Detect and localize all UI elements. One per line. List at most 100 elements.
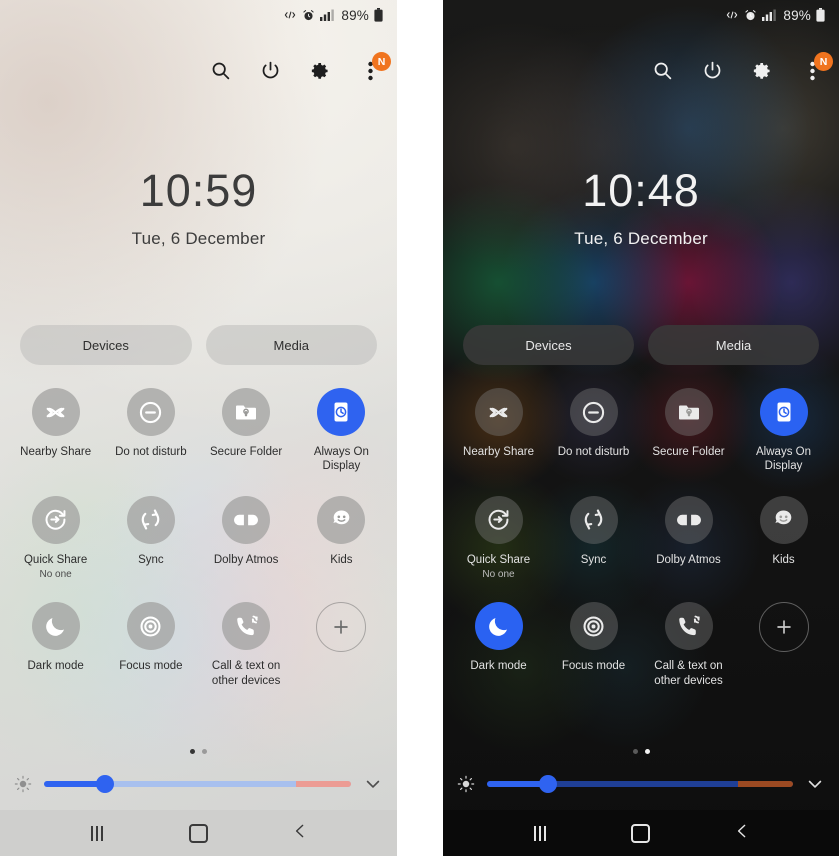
toggle-dark-mode[interactable]: Dark mode: [451, 602, 546, 688]
toggle-call-text-on-other-devices[interactable]: Call & text on other devices: [199, 602, 294, 688]
pill-button-media[interactable]: Media: [648, 325, 819, 365]
settings-button[interactable]: [749, 60, 775, 86]
toggle-do-not-disturb[interactable]: Do not disturb: [546, 388, 641, 474]
home-button[interactable]: [626, 818, 656, 848]
toggle-row: Nearby Share Do not disturb Secure Folder A…: [8, 388, 389, 474]
secure-folder-icon[interactable]: [222, 388, 271, 436]
toggle-sublabel: No one: [39, 569, 72, 581]
toggle-dark-mode[interactable]: Dark mode: [8, 602, 103, 688]
chevron-down-icon[interactable]: [803, 772, 827, 796]
quick-share-icon[interactable]: [474, 495, 523, 544]
back-button[interactable]: [285, 818, 315, 848]
status-bar: 89%: [0, 0, 397, 30]
toggle-secure-folder[interactable]: Secure Folder: [641, 388, 736, 474]
toggle-always-on-display[interactable]: Always On Display: [294, 388, 389, 474]
toggle-secure-folder[interactable]: Secure Folder: [199, 388, 294, 474]
call-text-other-devices-icon[interactable]: [664, 602, 713, 651]
focus-mode-icon[interactable]: [126, 602, 175, 651]
add-button-icon[interactable]: [316, 602, 367, 653]
secure-folder-icon[interactable]: [664, 388, 713, 436]
battery-percent-label: 89%: [341, 7, 369, 23]
brightness-slider-handle[interactable]: [539, 775, 558, 793]
call-text-other-devices-icon[interactable]: [222, 602, 271, 651]
toggle-sync[interactable]: Sync: [103, 495, 198, 580]
toggle-kids[interactable]: Kids: [294, 495, 389, 580]
add-button-icon[interactable]: [758, 602, 809, 653]
dolby-atmos-icon[interactable]: [222, 495, 271, 544]
sync-icon[interactable]: [126, 495, 175, 544]
add-tile[interactable]: [294, 602, 389, 688]
recents-icon: [533, 825, 546, 841]
home-button[interactable]: [183, 818, 213, 848]
home-icon: [188, 823, 208, 843]
toggle-call-text-on-other-devices[interactable]: Call & text on other devices: [641, 602, 736, 688]
search-button[interactable]: [207, 60, 233, 86]
more-options-button[interactable]: N: [357, 52, 391, 86]
toggle-kids[interactable]: Kids: [736, 495, 831, 580]
clock-widget[interactable]: 10:59 Tue, 6 December: [0, 168, 397, 249]
dolby-atmos-icon[interactable]: [664, 495, 713, 544]
toggle-label: Call & text on other devices: [211, 660, 281, 687]
devices-media-pills: Devices Media: [20, 325, 377, 365]
clock-time: 10:48: [582, 165, 700, 216]
power-button[interactable]: [699, 60, 725, 86]
brightness-slider[interactable]: [44, 775, 351, 793]
toggle-focus-mode[interactable]: Focus mode: [103, 602, 198, 688]
do-not-disturb-icon[interactable]: [126, 388, 175, 436]
recents-button[interactable]: [82, 818, 112, 848]
toggle-dolby-atmos[interactable]: Dolby Atmos: [199, 495, 294, 580]
pill-button-devices[interactable]: Devices: [20, 325, 192, 365]
toggle-nearby-share[interactable]: Nearby Share: [451, 388, 546, 474]
brightness-extra-range: [737, 781, 793, 787]
kids-icon[interactable]: [317, 495, 366, 544]
toggle-always-on-display[interactable]: Always On Display: [736, 388, 831, 474]
status-bar: 89%: [443, 0, 839, 30]
kids-icon[interactable]: [759, 495, 808, 544]
toggle-label: Always On Display: [756, 446, 811, 473]
quick-settings-toggle-grid: Nearby Share Do not disturb Secure Folder A…: [451, 388, 831, 710]
power-icon: [702, 60, 723, 86]
nearby-share-icon[interactable]: [474, 388, 523, 436]
more-options-button[interactable]: N: [799, 52, 833, 86]
always-on-display-icon[interactable]: [759, 388, 808, 436]
recents-button[interactable]: [525, 818, 555, 848]
moon-icon[interactable]: [31, 602, 80, 651]
brightness-slider-handle[interactable]: [96, 775, 115, 793]
toggle-nearby-share[interactable]: Nearby Share: [8, 388, 103, 474]
always-on-display-icon[interactable]: [317, 388, 366, 436]
battery-icon: [374, 8, 383, 22]
back-button[interactable]: [727, 818, 757, 848]
toggle-quick-share[interactable]: Quick Share No one: [451, 495, 546, 580]
chevron-down-icon[interactable]: [361, 772, 385, 796]
sync-icon[interactable]: [569, 495, 618, 544]
do-not-disturb-icon[interactable]: [569, 388, 618, 436]
alarm-icon: [744, 9, 757, 22]
toggle-do-not-disturb[interactable]: Do not disturb: [103, 388, 198, 474]
brightness-control: [455, 772, 827, 796]
toggle-dolby-atmos[interactable]: Dolby Atmos: [641, 495, 736, 580]
clock-date: Tue, 6 December: [131, 229, 266, 248]
signal-bars-icon: [320, 9, 335, 21]
search-button[interactable]: [649, 60, 675, 86]
system-navigation-bar: [0, 810, 397, 856]
add-tile[interactable]: [736, 602, 831, 688]
power-button[interactable]: [257, 60, 283, 86]
pill-button-devices[interactable]: Devices: [463, 325, 634, 365]
pill-button-media[interactable]: Media: [205, 325, 377, 365]
toggle-focus-mode[interactable]: Focus mode: [546, 602, 641, 688]
toggle-quick-share[interactable]: Quick Share No one: [8, 495, 103, 581]
brightness-slider[interactable]: [487, 775, 793, 793]
devices-media-pills: Devices Media: [463, 325, 819, 365]
toggle-label: Secure Folder: [210, 446, 283, 458]
toggle-sync[interactable]: Sync: [546, 495, 641, 580]
moon-icon[interactable]: [474, 602, 523, 651]
nearby-share-icon[interactable]: [31, 388, 80, 436]
toggle-row: Quick Share No one Sync Dolby Atmos Kids: [451, 495, 831, 580]
focus-mode-icon[interactable]: [569, 602, 618, 651]
settings-button[interactable]: [307, 60, 333, 86]
quick-share-icon[interactable]: [31, 495, 80, 544]
page-dot: [644, 749, 650, 754]
page-dot: [632, 749, 638, 754]
notification-badge: N: [814, 52, 833, 71]
clock-widget[interactable]: 10:48 Tue, 6 December: [443, 168, 839, 249]
